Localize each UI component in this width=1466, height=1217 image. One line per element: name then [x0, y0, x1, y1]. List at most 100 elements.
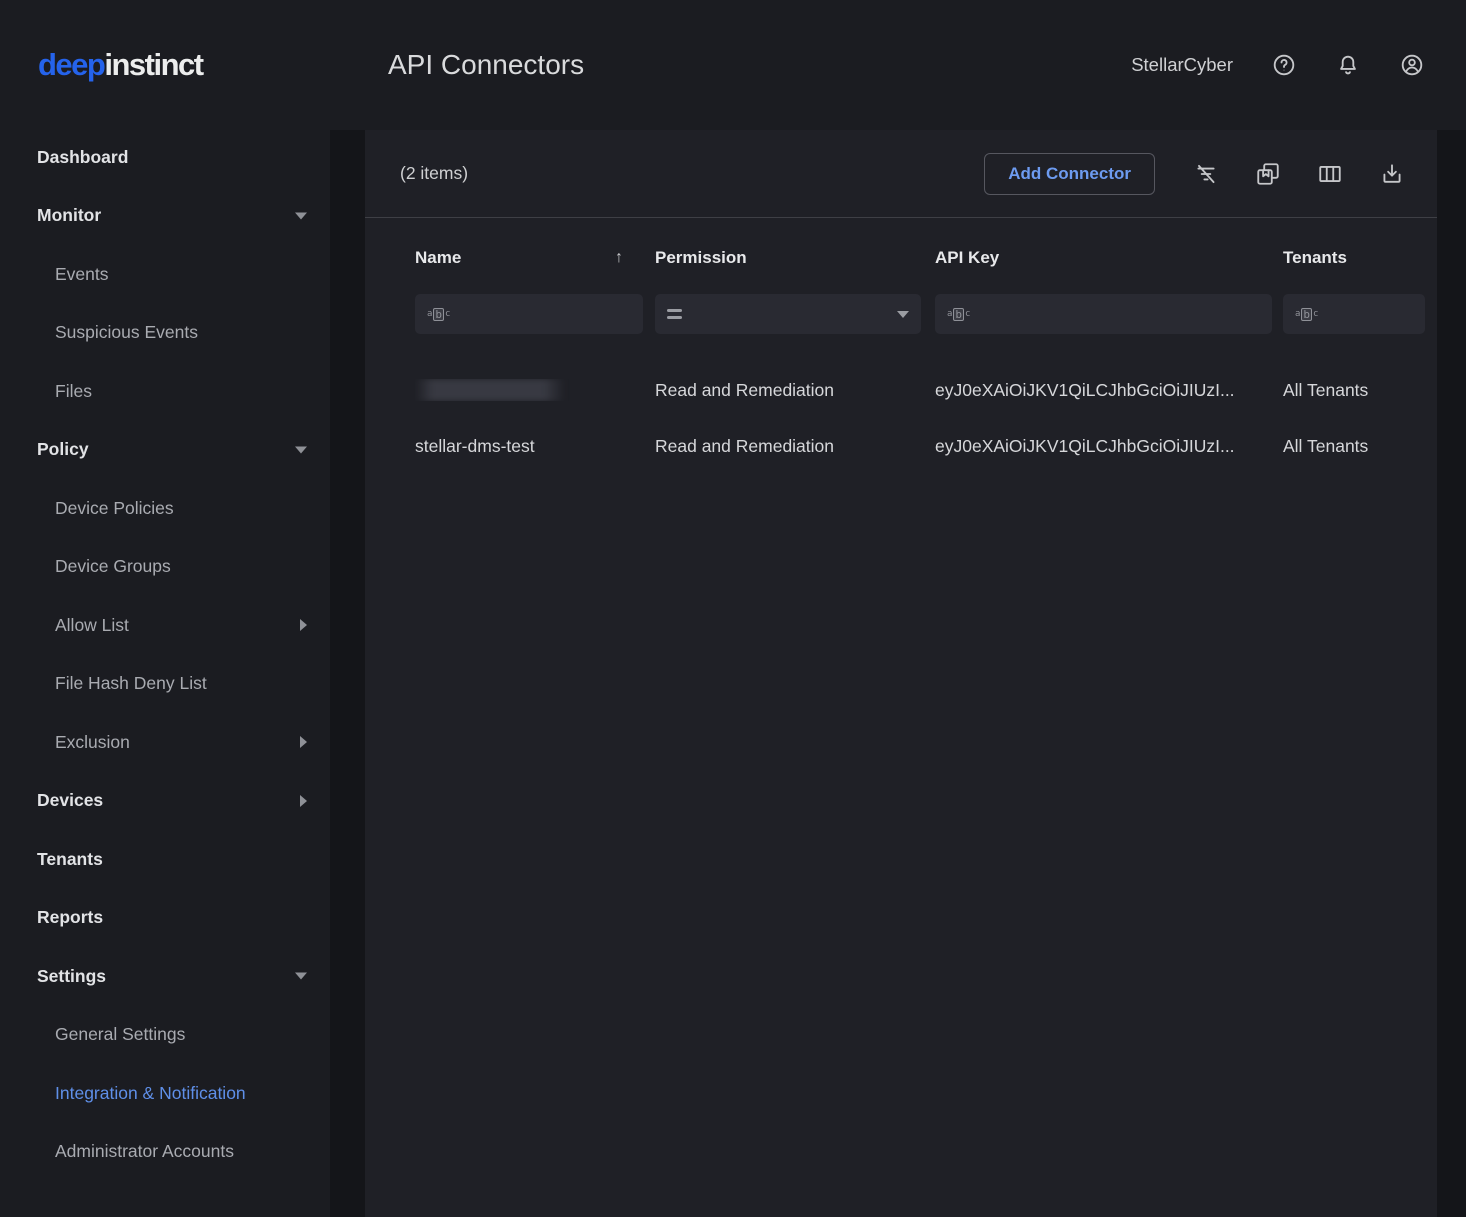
- cell-api-key: eyJ0eXAiOiJKV1QiLCJhbGciOiJIUzI...: [935, 436, 1283, 457]
- columns-icon[interactable]: [1317, 161, 1343, 187]
- sidebar-item-label: Settings: [37, 966, 106, 987]
- sidebar-item-label: Device Groups: [55, 556, 171, 577]
- saved-views-icon[interactable]: [1255, 161, 1281, 187]
- sort-ascending-icon[interactable]: ↑: [615, 249, 623, 267]
- main-area: API Connectors StellarCyber (2 items): [330, 0, 1466, 1217]
- chevron-down-icon: [295, 212, 307, 219]
- filter-cell-permission: [655, 294, 935, 334]
- cell-tenants: All Tenants: [1283, 380, 1425, 401]
- cell-name: stellar-dms-test: [415, 436, 655, 457]
- sidebar-item-suspicious-events[interactable]: Suspicious Events: [0, 304, 330, 363]
- equals-filter-icon: [667, 309, 682, 319]
- dropdown-chevron-icon[interactable]: [897, 311, 909, 318]
- sidebar-item-device-groups[interactable]: Device Groups: [0, 538, 330, 597]
- sidebar-item-label: Policy: [37, 439, 89, 460]
- table-filter-row: abc: [415, 294, 1425, 334]
- panel-toolbar: (2 items) Add Connector: [365, 130, 1437, 218]
- filter-cell-api-key: abc: [935, 294, 1283, 334]
- column-header-tenants[interactable]: Tenants: [1283, 248, 1425, 268]
- sidebar-item-label: Device Policies: [55, 498, 174, 519]
- tenants-filter-field[interactable]: [1327, 306, 1413, 323]
- sidebar-item-tenants[interactable]: Tenants: [0, 830, 330, 889]
- connectors-table: Name ↑ Permission API Key Tenants abc: [365, 218, 1437, 474]
- chevron-down-icon: [295, 446, 307, 453]
- sidebar-item-events[interactable]: Events: [0, 245, 330, 304]
- column-label: Name: [415, 248, 461, 268]
- permission-filter-dropdown[interactable]: [655, 294, 921, 334]
- sidebar-item-label: Exclusion: [55, 732, 130, 753]
- column-header-permission[interactable]: Permission: [655, 248, 935, 268]
- sidebar-nav: Dashboard Monitor Events Suspicious Even…: [0, 128, 330, 1181]
- text-filter-abc-icon: abc: [1295, 308, 1318, 321]
- sidebar-item-label: Reports: [37, 907, 103, 928]
- filter-cell-name: abc: [415, 294, 655, 334]
- sidebar: deepinstinct Dashboard Monitor Events Su…: [0, 0, 330, 1217]
- cell-permission: Read and Remediation: [655, 436, 935, 457]
- page-title: API Connectors: [388, 49, 584, 81]
- sidebar-item-label: Monitor: [37, 205, 101, 226]
- name-filter-field[interactable]: [459, 306, 631, 323]
- sidebar-item-label: Allow List: [55, 615, 129, 636]
- notifications-bell-icon[interactable]: [1335, 52, 1361, 78]
- sidebar-item-label: General Settings: [55, 1024, 185, 1045]
- text-filter-abc-icon: abc: [947, 308, 970, 321]
- sidebar-item-device-policies[interactable]: Device Policies: [0, 479, 330, 538]
- org-name: StellarCyber: [1131, 54, 1233, 76]
- topbar-actions: StellarCyber: [1131, 52, 1425, 78]
- api-key-filter-field[interactable]: [979, 306, 1260, 323]
- sidebar-item-label: File Hash Deny List: [55, 673, 207, 694]
- redacted-name-blur: [415, 379, 565, 401]
- cell-tenants: All Tenants: [1283, 436, 1425, 457]
- account-icon[interactable]: [1399, 52, 1425, 78]
- sidebar-item-allow-list[interactable]: Allow List: [0, 596, 330, 655]
- top-bar: API Connectors StellarCyber: [330, 0, 1466, 130]
- sidebar-item-integration-notification[interactable]: Integration & Notification: [0, 1064, 330, 1123]
- sidebar-item-administrator-accounts[interactable]: Administrator Accounts: [0, 1123, 330, 1182]
- text-filter-abc-icon: abc: [427, 308, 450, 321]
- sidebar-item-label: Files: [55, 381, 92, 402]
- tenants-filter-input[interactable]: abc: [1283, 294, 1425, 334]
- sidebar-item-label: Events: [55, 264, 109, 285]
- logo-word-deep: deep: [38, 49, 104, 80]
- items-count: (2 items): [400, 163, 468, 184]
- chevron-right-icon: [300, 619, 307, 631]
- sidebar-item-general-settings[interactable]: General Settings: [0, 1006, 330, 1065]
- sidebar-item-dashboard[interactable]: Dashboard: [0, 128, 330, 187]
- sidebar-item-reports[interactable]: Reports: [0, 889, 330, 948]
- table-row[interactable]: stellar-dms-test Read and Remediation ey…: [415, 418, 1425, 474]
- help-icon[interactable]: [1271, 52, 1297, 78]
- chevron-down-icon: [295, 973, 307, 980]
- content-area: (2 items) Add Connector: [330, 130, 1466, 1217]
- permission-filter-field[interactable]: [691, 306, 897, 323]
- sidebar-item-exclusion[interactable]: Exclusion: [0, 713, 330, 772]
- sidebar-item-monitor[interactable]: Monitor: [0, 187, 330, 246]
- sidebar-item-file-hash-deny-list[interactable]: File Hash Deny List: [0, 655, 330, 714]
- chevron-right-icon: [300, 736, 307, 748]
- column-header-api-key[interactable]: API Key: [935, 248, 1283, 268]
- filter-cell-tenants: abc: [1283, 294, 1425, 334]
- cell-permission: Read and Remediation: [655, 380, 935, 401]
- toolbar-actions: Add Connector: [984, 153, 1405, 195]
- sidebar-item-label: Administrator Accounts: [55, 1141, 234, 1162]
- column-label: Tenants: [1283, 248, 1347, 268]
- sidebar-item-label: Dashboard: [37, 147, 128, 168]
- download-icon[interactable]: [1379, 161, 1405, 187]
- sidebar-item-files[interactable]: Files: [0, 362, 330, 421]
- sidebar-item-policy[interactable]: Policy: [0, 421, 330, 480]
- add-connector-button[interactable]: Add Connector: [984, 153, 1155, 195]
- filter-off-icon[interactable]: [1193, 161, 1219, 187]
- column-header-name[interactable]: Name ↑: [415, 248, 655, 268]
- brand-logo: deepinstinct: [0, 0, 330, 128]
- cell-name: [415, 379, 655, 401]
- sidebar-item-settings[interactable]: Settings: [0, 947, 330, 1006]
- column-label: Permission: [655, 248, 747, 268]
- connectors-panel: (2 items) Add Connector: [365, 130, 1437, 1217]
- api-key-filter-input[interactable]: abc: [935, 294, 1272, 334]
- table-header-row: Name ↑ Permission API Key Tenants: [415, 232, 1425, 284]
- sidebar-item-label: Suspicious Events: [55, 322, 198, 343]
- sidebar-item-devices[interactable]: Devices: [0, 772, 330, 831]
- table-body: Read and Remediation eyJ0eXAiOiJKV1QiLCJ…: [415, 362, 1425, 474]
- name-filter-input[interactable]: abc: [415, 294, 643, 334]
- table-row[interactable]: Read and Remediation eyJ0eXAiOiJKV1QiLCJ…: [415, 362, 1425, 418]
- logo-word-instinct: instinct: [104, 49, 202, 80]
